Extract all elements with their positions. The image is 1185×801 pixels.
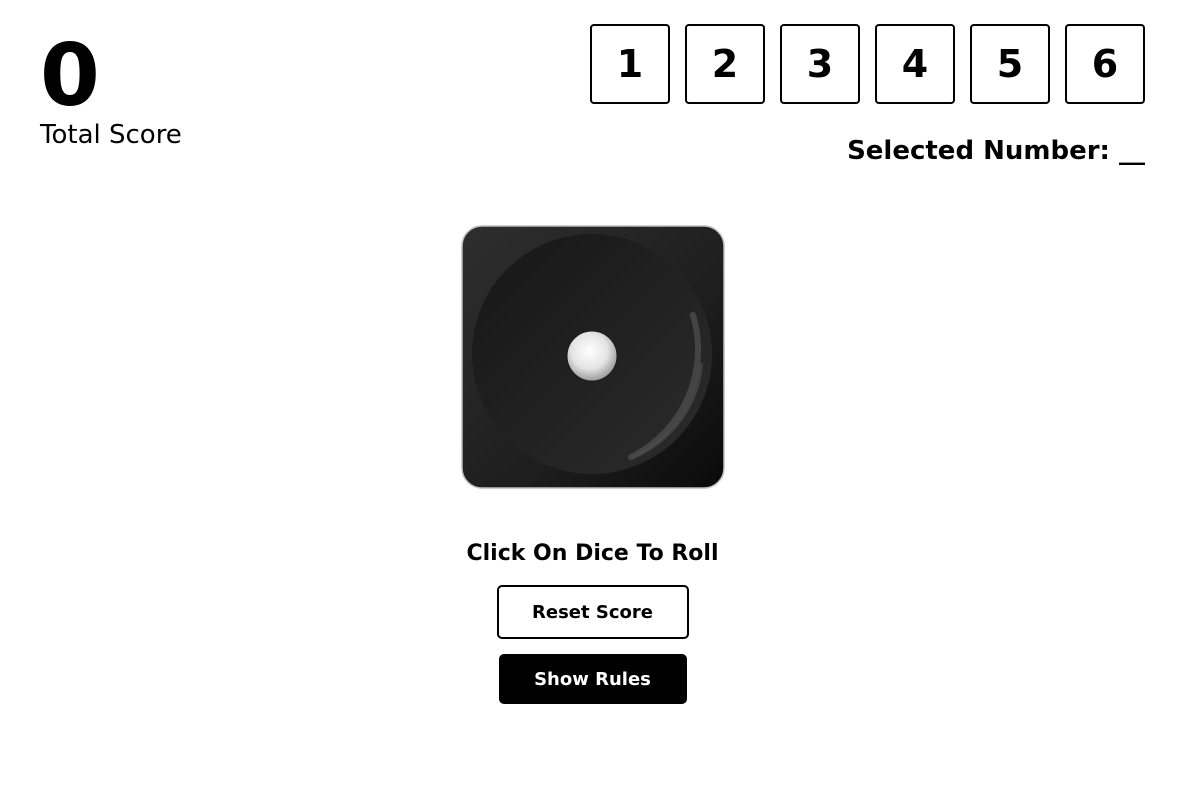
number-option-5[interactable]: 5 <box>970 24 1050 104</box>
number-option-2[interactable]: 2 <box>685 24 765 104</box>
roll-instruction: Click On Dice To Roll <box>466 541 719 566</box>
number-option-3[interactable]: 3 <box>780 24 860 104</box>
number-option-6[interactable]: 6 <box>1065 24 1145 104</box>
dice-game-page: 0 Total Score 1 2 3 4 5 6 Selected Numbe… <box>0 0 1185 801</box>
total-score-label: Total Score <box>40 120 182 150</box>
show-rules-button[interactable]: Show Rules <box>498 654 687 704</box>
number-option-4[interactable]: 4 <box>875 24 955 104</box>
dice-area: Click On Dice To Roll Reset Score Show R… <box>0 225 1185 704</box>
selected-number-display: Selected Number: __ <box>847 134 1145 168</box>
number-options: 1 2 3 4 5 6 <box>590 24 1145 104</box>
dice-face-one-icon[interactable] <box>460 225 725 489</box>
dice-graphic <box>460 225 725 489</box>
score-block: 0 Total Score <box>40 30 182 150</box>
selected-number-value: __ <box>1119 136 1145 166</box>
number-option-1[interactable]: 1 <box>590 24 670 104</box>
selected-number-label: Selected Number: <box>847 136 1110 166</box>
number-selector: 1 2 3 4 5 6 Selected Number: __ <box>590 24 1145 168</box>
total-score-value: 0 <box>40 26 100 126</box>
reset-score-button[interactable]: Reset Score <box>496 585 689 639</box>
